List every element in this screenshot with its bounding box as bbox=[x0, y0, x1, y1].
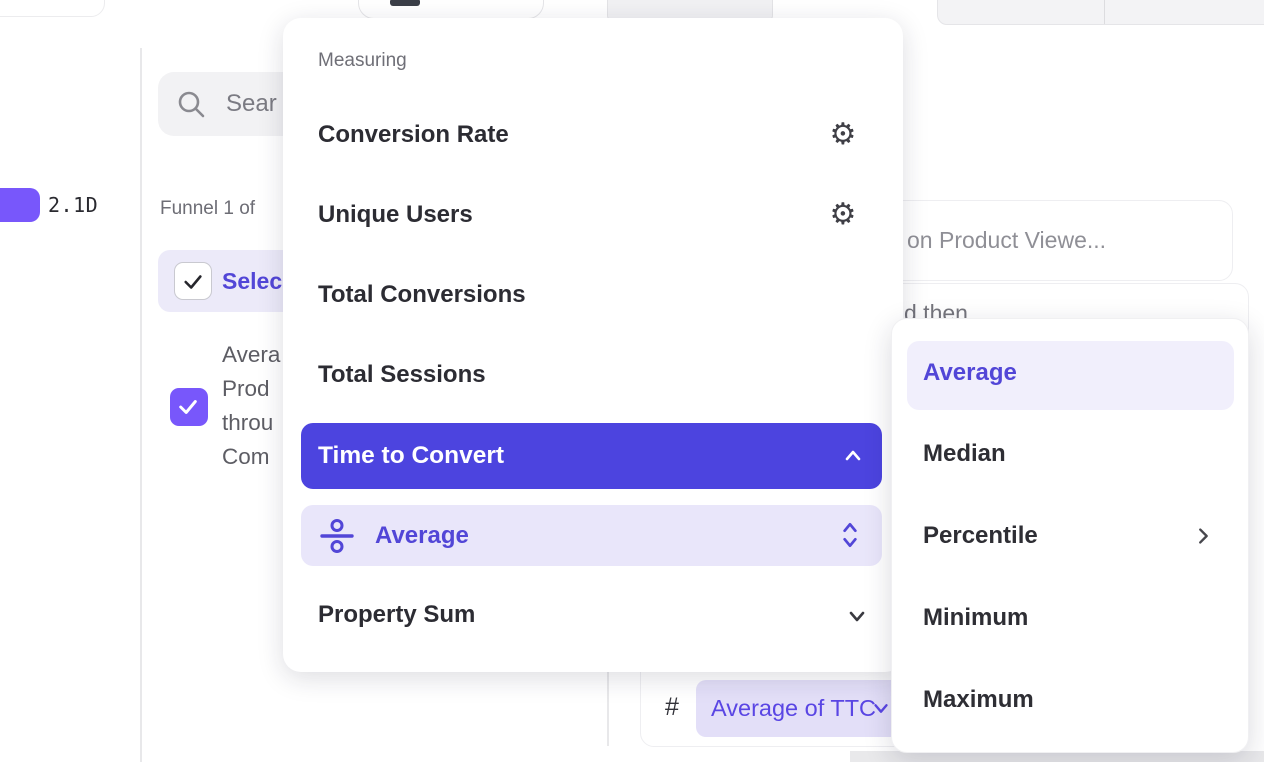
column-divider-mid bbox=[607, 660, 609, 746]
submenu-item-minimum[interactable]: Minimum bbox=[923, 601, 1028, 635]
select-all-label: Selec bbox=[222, 250, 282, 312]
menu-item-total-conversions[interactable]: Total Conversions bbox=[318, 278, 526, 312]
funnel-step-badge[interactable] bbox=[0, 188, 40, 222]
measuring-header: Measuring bbox=[318, 48, 407, 74]
checkmark-icon bbox=[182, 271, 204, 293]
measure-checkbox[interactable] bbox=[170, 388, 208, 426]
menu-item-unique-users[interactable]: Unique Users bbox=[318, 198, 473, 232]
settings-gear-icon[interactable]: ⚙ bbox=[821, 116, 865, 154]
metric-type-symbol: # bbox=[665, 690, 679, 724]
measure-description-line: Prod bbox=[222, 372, 292, 406]
toolbar-divider bbox=[1104, 0, 1105, 24]
view-toggle-pill-fragment[interactable] bbox=[358, 0, 544, 19]
step-duration-label: 2.1D bbox=[48, 192, 98, 218]
checkmark-icon bbox=[177, 396, 199, 418]
settings-gear-icon[interactable]: ⚙ bbox=[821, 196, 865, 234]
search-placeholder: Sear bbox=[226, 72, 277, 136]
chevron-up-icon bbox=[841, 444, 865, 468]
menu-item-time-to-convert-selected[interactable]: Time to Convert bbox=[301, 423, 882, 489]
measure-description-line: Avera bbox=[222, 338, 292, 372]
average-sub-option-label: Average bbox=[375, 505, 469, 566]
measure-description-line: Com bbox=[222, 440, 292, 474]
chevron-down-icon bbox=[870, 697, 892, 719]
submenu-item-percentile[interactable]: Percentile bbox=[923, 519, 1038, 553]
menu-item-total-sessions[interactable]: Total Sessions bbox=[318, 358, 486, 392]
toolbar-fragment-left bbox=[607, 0, 773, 20]
measure-description-line: throu bbox=[222, 406, 292, 440]
submenu-item-maximum[interactable]: Maximum bbox=[923, 683, 1034, 717]
measure-description: Avera Prod throu Com bbox=[222, 338, 292, 474]
metric-chip-label: Average of TTC bbox=[711, 680, 876, 737]
average-divide-icon bbox=[318, 517, 356, 555]
metric-chip[interactable]: Average of TTC bbox=[696, 680, 908, 737]
column-divider-left bbox=[140, 48, 142, 762]
submenu-item-median[interactable]: Median bbox=[923, 437, 1006, 471]
submenu-item-average[interactable]: Average bbox=[923, 356, 1017, 390]
search-icon bbox=[176, 89, 206, 119]
chevron-right-icon bbox=[1192, 525, 1214, 547]
toolbar-fragment-right[interactable] bbox=[937, 0, 1264, 25]
menu-item-conversion-rate[interactable]: Conversion Rate bbox=[318, 118, 509, 152]
funnel-event-label: on Product Viewe... bbox=[907, 201, 1106, 280]
unfold-more-icon bbox=[837, 520, 863, 550]
top-left-card-fragment bbox=[0, 0, 105, 17]
funnel-counter-label: Funnel 1 of bbox=[160, 196, 255, 222]
chevron-down-icon[interactable] bbox=[845, 604, 869, 628]
funnel-icon bbox=[390, 0, 420, 6]
select-all-checkbox[interactable] bbox=[174, 262, 212, 300]
aggregation-submenu: Average Median Percentile Minimum Maximu… bbox=[891, 318, 1249, 753]
menu-subitem-average[interactable]: Average bbox=[301, 505, 882, 566]
time-to-convert-label: Time to Convert bbox=[318, 423, 504, 489]
measuring-dropdown: Measuring Conversion Rate ⚙ Unique Users… bbox=[283, 18, 903, 672]
menu-item-property-sum[interactable]: Property Sum bbox=[318, 598, 475, 632]
